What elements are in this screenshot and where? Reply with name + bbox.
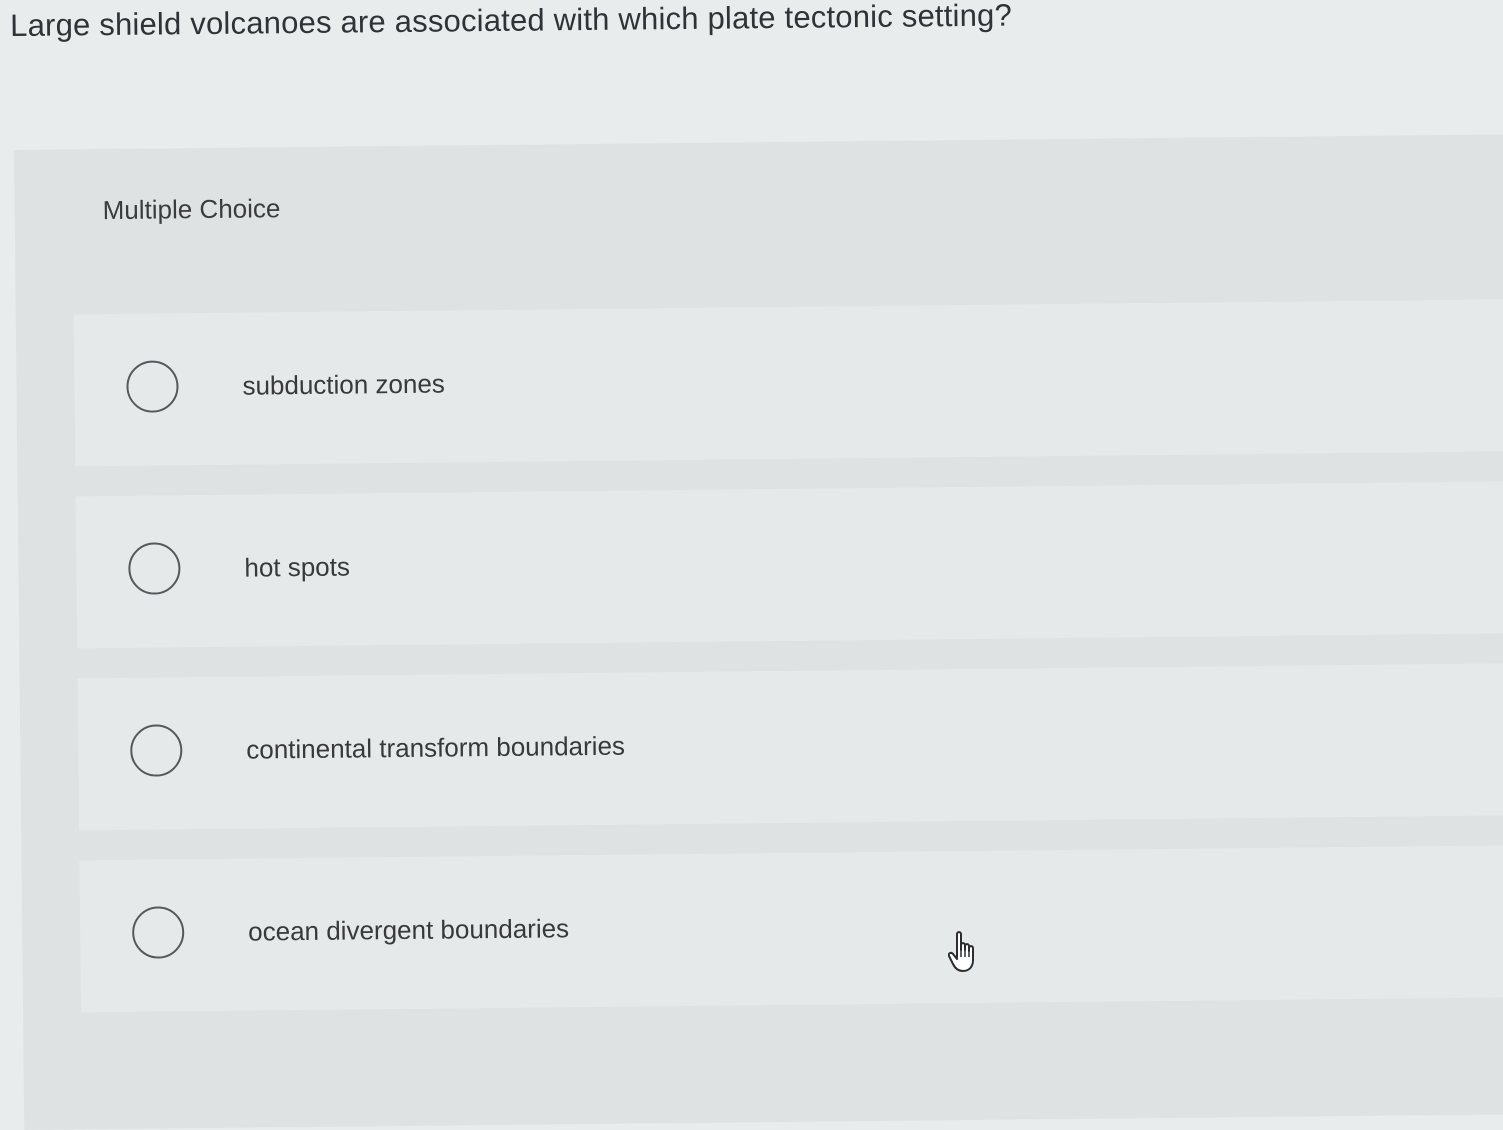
choice-label[interactable]: continental transform boundaries — [246, 731, 625, 766]
radio-button[interactable] — [126, 360, 179, 413]
panel-title: Multiple Choice — [102, 193, 281, 226]
choice-option-continental-transform-boundaries[interactable]: continental transform boundaries — [77, 663, 1503, 831]
hand-pointer-icon — [948, 931, 974, 972]
choice-option-subduction-zones[interactable]: subduction zones — [73, 299, 1503, 467]
choice-label[interactable]: subduction zones — [242, 369, 445, 402]
choice-label[interactable]: ocean divergent boundaries — [248, 913, 569, 947]
radio-button[interactable] — [131, 906, 185, 959]
multiple-choice-panel: Multiple Choice subduction zones hot spo… — [14, 134, 1503, 1130]
radio-button[interactable] — [128, 542, 181, 595]
question-text: Large shield volcanoes are associated wi… — [10, 0, 1013, 43]
radio-button[interactable] — [130, 724, 183, 777]
choice-option-ocean-divergent-boundaries[interactable]: ocean divergent boundaries — [79, 845, 1503, 1013]
choice-list: subduction zones hot spots continental t… — [73, 299, 1503, 1042]
choice-label[interactable]: hot spots — [244, 552, 350, 584]
choice-option-hot-spots[interactable]: hot spots — [75, 481, 1503, 649]
